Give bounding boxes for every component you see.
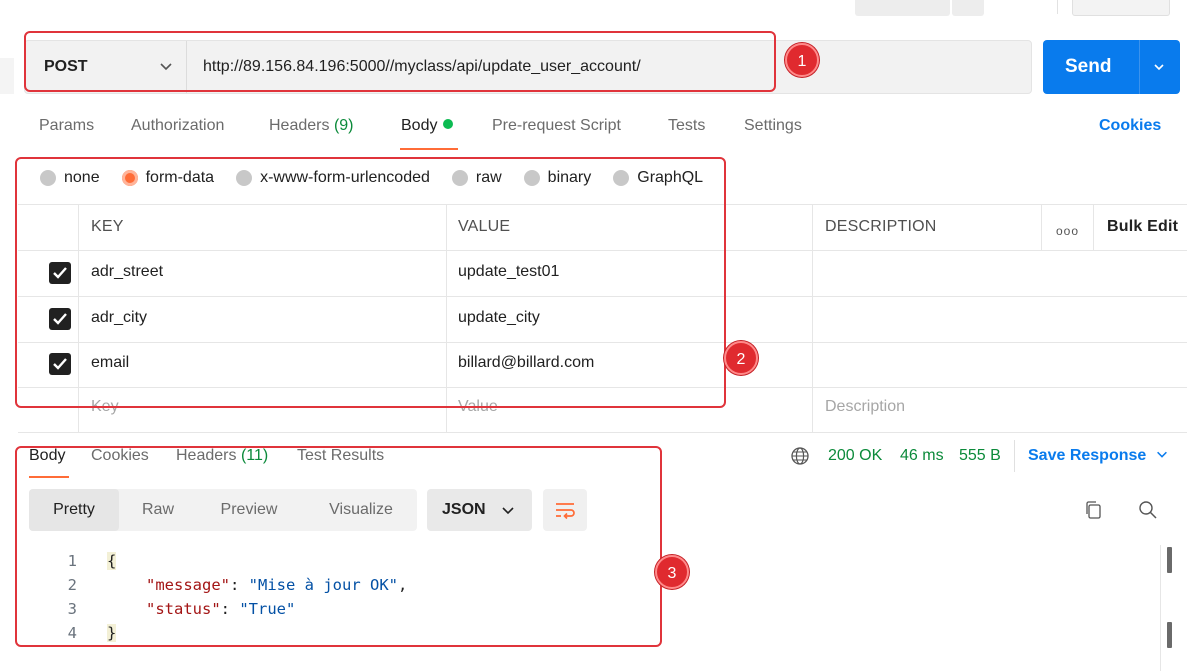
top-toolbar-fragment — [952, 0, 984, 16]
annotation-box-1 — [24, 31, 776, 92]
divider — [1057, 0, 1058, 14]
tab-params[interactable]: Params — [39, 117, 94, 135]
editor-scrollbar-track — [1160, 545, 1161, 671]
column-header-description: DESCRIPTION — [825, 218, 937, 235]
chevron-down-icon — [1156, 451, 1167, 458]
table-border — [1041, 204, 1042, 250]
cookies-link[interactable]: Cookies — [1099, 117, 1161, 135]
active-tab-indicator — [400, 148, 458, 150]
send-button[interactable]: Send — [1043, 40, 1180, 94]
save-response-label: Save Response — [1028, 447, 1147, 464]
globe-icon[interactable] — [790, 446, 810, 466]
tab-headers[interactable]: Headers (9) — [269, 117, 354, 135]
tab-settings[interactable]: Settings — [744, 117, 802, 135]
send-label: Send — [1065, 56, 1112, 77]
table-border — [812, 204, 813, 432]
tab-pre-request-script[interactable]: Pre-request Script — [492, 117, 621, 135]
annotation-badge-2: 2 — [724, 341, 758, 375]
modified-dot-icon — [443, 119, 454, 129]
annotation-badge-3: 3 — [655, 555, 689, 589]
top-toolbar-fragment — [855, 0, 950, 16]
more-options-icon[interactable]: ooo — [1056, 224, 1079, 238]
bulk-edit-link[interactable]: Bulk Edit — [1107, 218, 1178, 236]
tab-headers-label: Headers — [269, 117, 330, 134]
search-icon[interactable] — [1137, 499, 1159, 521]
scrollbar-thumb[interactable] — [1167, 622, 1172, 648]
top-toolbar-fragment — [1072, 0, 1170, 16]
response-status-code[interactable]: 200 OK — [828, 447, 882, 465]
tab-tests[interactable]: Tests — [668, 117, 705, 135]
table-border — [18, 432, 1187, 433]
scrollbar-thumb[interactable] — [1167, 547, 1172, 573]
side-strip — [0, 58, 14, 94]
tab-body-label: Body — [401, 117, 438, 134]
annotation-badge-1: 1 — [785, 43, 819, 77]
send-divider — [1139, 40, 1140, 94]
copy-icon[interactable] — [1083, 499, 1105, 521]
annotation-box-3 — [15, 446, 662, 647]
table-border — [1093, 204, 1094, 250]
divider — [1014, 440, 1015, 472]
new-description-input[interactable]: Description — [825, 398, 905, 416]
response-size[interactable]: 555 B — [959, 447, 1001, 465]
tab-body[interactable]: Body — [401, 117, 454, 135]
annotation-box-2 — [15, 157, 726, 408]
chevron-down-icon[interactable] — [1151, 59, 1167, 75]
tab-authorization[interactable]: Authorization — [131, 117, 224, 135]
response-time[interactable]: 46 ms — [900, 447, 944, 465]
save-response-button[interactable]: Save Response — [1028, 447, 1169, 465]
tab-headers-count: (9) — [333, 117, 354, 134]
